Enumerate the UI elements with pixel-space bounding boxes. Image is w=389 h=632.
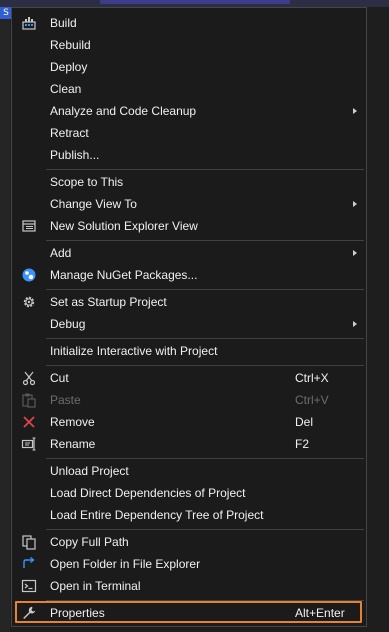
menu-item-label: Change View To: [50, 197, 137, 211]
menu-item-label: Remove: [50, 415, 95, 429]
menu-item-shortcut: Ctrl+V: [295, 393, 329, 407]
menu-item-analyze-code-cleanup[interactable]: Analyze and Code Cleanup: [12, 100, 366, 122]
solution-explorer-icon: [21, 218, 37, 234]
menu-item-label: Clean: [50, 82, 82, 96]
menu-item-label: Initialize Interactive with Project: [50, 344, 218, 358]
submenu-arrow-icon: [353, 321, 357, 327]
menu-item-debug[interactable]: Debug: [12, 313, 366, 335]
menu-item-label: Retract: [50, 126, 89, 140]
menu-item-manage-nuget[interactable]: Manage NuGet Packages...: [12, 264, 366, 286]
submenu-arrow-icon: [353, 250, 357, 256]
scissors-icon: [21, 370, 37, 386]
menu-item-label: Unload Project: [50, 464, 129, 478]
paste-icon: [21, 392, 37, 408]
terminal-icon: [21, 578, 37, 594]
menu-item-clean[interactable]: Clean: [12, 78, 366, 100]
build-icon: [21, 15, 37, 31]
menu-item-open-terminal[interactable]: Open in Terminal: [12, 575, 366, 597]
menu-separator: [46, 169, 364, 170]
menu-item-paste[interactable]: Paste Ctrl+V: [12, 389, 366, 411]
menu-item-label: Open Folder in File Explorer: [50, 557, 201, 571]
menu-item-label: Analyze and Code Cleanup: [50, 104, 197, 118]
submenu-arrow-icon: [353, 201, 357, 207]
submenu-arrow-icon: [353, 108, 357, 114]
menu-item-shortcut: F2: [295, 437, 310, 451]
menu-item-label: Publish...: [50, 148, 100, 162]
menu-item-publish[interactable]: Publish...: [12, 144, 366, 166]
menu-item-label: Deploy: [50, 60, 88, 74]
menu-item-load-dependency-tree[interactable]: Load Entire Dependency Tree of Project: [12, 504, 366, 526]
menu-item-label: Rename: [50, 437, 96, 451]
menu-item-open-folder[interactable]: Open Folder in File Explorer: [12, 553, 366, 575]
project-context-menu: Build Rebuild Deploy Clean Analyze and C…: [11, 7, 367, 627]
menu-item-initialize-interactive[interactable]: Initialize Interactive with Project: [12, 340, 366, 362]
menu-item-build[interactable]: Build: [12, 12, 366, 34]
menu-item-label: Set as Startup Project: [50, 295, 167, 309]
menu-item-label: Copy Full Path: [50, 535, 129, 549]
menu-item-add[interactable]: Add: [12, 242, 366, 264]
menu-item-rename[interactable]: Rename F2: [12, 433, 366, 455]
menu-item-retract[interactable]: Retract: [12, 122, 366, 144]
title-bar-edge: [0, 0, 389, 7]
menu-item-label: Build: [50, 16, 77, 30]
menu-item-label: Rebuild: [50, 38, 91, 52]
menu-item-unload-project[interactable]: Unload Project: [12, 460, 366, 482]
menu-item-label: Load Entire Dependency Tree of Project: [50, 508, 264, 522]
nuget-icon: [21, 267, 37, 283]
gear-icon: [21, 294, 37, 310]
rename-icon: [21, 436, 37, 452]
menu-item-label: Manage NuGet Packages...: [50, 268, 198, 282]
menu-item-label: Load Direct Dependencies of Project: [50, 486, 246, 500]
menu-item-label: Cut: [50, 371, 69, 385]
menu-item-set-startup[interactable]: Set as Startup Project: [12, 291, 366, 313]
menu-item-new-solution-explorer-view[interactable]: New Solution Explorer View: [12, 215, 366, 237]
menu-item-load-direct-dependencies[interactable]: Load Direct Dependencies of Project: [12, 482, 366, 504]
copy-icon: [21, 534, 37, 550]
remove-icon: [21, 414, 37, 430]
menu-item-shortcut: Ctrl+X: [295, 371, 329, 385]
menu-separator: [46, 240, 364, 241]
title-bar-band: [100, 0, 290, 4]
menu-item-label: Add: [50, 246, 72, 260]
menu-item-label: Open in Terminal: [50, 579, 141, 593]
menu-item-rebuild[interactable]: Rebuild: [12, 34, 366, 56]
menu-item-scope-to-this[interactable]: Scope to This: [12, 171, 366, 193]
menu-separator: [46, 289, 364, 290]
open-folder-icon: [21, 556, 37, 572]
menu-item-label: Debug: [50, 317, 86, 331]
menu-item-label: Scope to This: [50, 175, 124, 189]
menu-item-cut[interactable]: Cut Ctrl+X: [12, 367, 366, 389]
menu-item-remove[interactable]: Remove Del: [12, 411, 366, 433]
properties-highlight-box: [15, 601, 362, 623]
menu-item-label: New Solution Explorer View: [50, 219, 198, 233]
menu-item-shortcut: Del: [295, 415, 314, 429]
menu-separator: [46, 338, 364, 339]
menu-item-label: Paste: [50, 393, 81, 407]
menu-item-change-view-to[interactable]: Change View To: [12, 193, 366, 215]
menu-separator: [46, 365, 364, 366]
menu-item-copy-full-path[interactable]: Copy Full Path: [12, 531, 366, 553]
menu-item-deploy[interactable]: Deploy: [12, 56, 366, 78]
menu-separator: [46, 458, 364, 459]
solution-explorer-tree-edge: [0, 0, 10, 632]
menu-separator: [46, 529, 364, 530]
